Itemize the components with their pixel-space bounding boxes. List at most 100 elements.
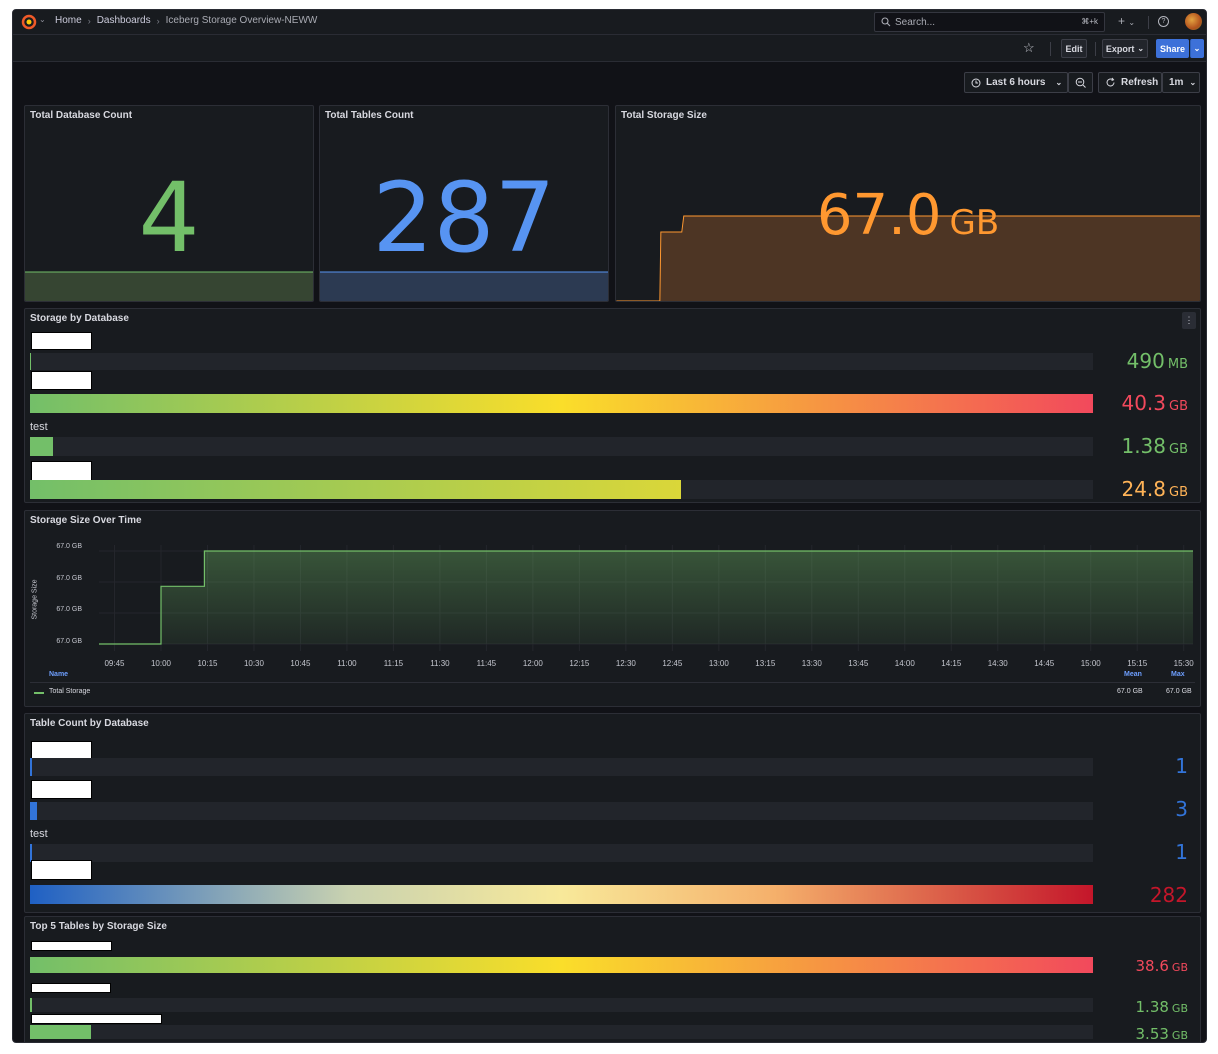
redacted-label — [31, 461, 92, 481]
zoom-out-icon — [1075, 77, 1086, 88]
x-tick-label: 15:15 — [1127, 659, 1148, 668]
bar-label: test — [30, 421, 48, 433]
breadcrumb-dashboards[interactable]: Dashboards — [97, 15, 151, 26]
bar-value-number: 38.6 — [1135, 957, 1169, 975]
bar-fill — [30, 885, 1093, 904]
x-tick-label: 14:15 — [941, 659, 962, 668]
time-range-label: Last 6 hours — [986, 77, 1046, 88]
bar-track — [30, 353, 1093, 370]
bar-fill — [30, 957, 1093, 973]
refresh-interval-picker[interactable]: 1m ⌄ — [1162, 72, 1200, 93]
panel-table-count-by-database[interactable]: Table Count by Database 1 3 test 1 282 — [24, 713, 1201, 913]
x-tick-label: 12:00 — [522, 659, 543, 668]
redacted-label — [31, 1014, 162, 1024]
legend-mean-header[interactable]: Mean — [1124, 671, 1142, 678]
time-range-picker[interactable]: Last 6 hours ⌄ — [964, 72, 1068, 93]
x-tick-label: 11:45 — [476, 659, 497, 668]
edit-button[interactable]: Edit — [1061, 39, 1087, 58]
help-icon[interactable]: ? — [1158, 16, 1169, 27]
bar-value-number: 1.38 — [1121, 434, 1166, 458]
bar-value: 24.8 GB — [1121, 477, 1188, 501]
bar-value-unit: GB — [1169, 485, 1188, 500]
bar-fill — [30, 394, 1093, 413]
bar-value-unit: GB — [1171, 1029, 1188, 1042]
legend-max-value: 67.0 GB — [1166, 688, 1192, 695]
breadcrumb-home[interactable]: Home — [55, 15, 82, 26]
search-input[interactable]: Search... ⌘+k — [874, 12, 1105, 32]
bar-value-unit: MB — [1167, 357, 1188, 372]
avatar[interactable] — [1185, 13, 1202, 30]
panel-title: Top 5 Tables by Storage Size — [30, 921, 167, 932]
x-tick-label: 13:30 — [801, 659, 822, 668]
legend-name-header[interactable]: Name — [49, 671, 68, 678]
legend-series-name[interactable]: Total Storage — [49, 688, 90, 695]
bar-fill — [30, 998, 32, 1012]
y-axis-label: Storage Size — [31, 579, 39, 620]
x-tick-label: 11:30 — [430, 659, 450, 668]
panel-title: Total Storage Size — [621, 110, 707, 121]
breadcrumb: Home › Dashboards › Iceberg Storage Over… — [55, 15, 317, 26]
share-button[interactable]: Share — [1156, 39, 1189, 58]
redacted-label — [31, 371, 92, 390]
panel-total-database-count[interactable]: Total Database Count 4 — [24, 105, 314, 302]
bar-value-number: 40.3 — [1121, 391, 1166, 415]
plus-icon: + — [1118, 14, 1126, 28]
bar-value: 3.53 GB — [1136, 1025, 1188, 1042]
redacted-label — [31, 941, 112, 951]
y-tick-label: 67.0 GB — [56, 638, 82, 645]
timeseries-plot[interactable] — [99, 545, 1193, 651]
bar-value: 1.38 GB — [1136, 998, 1188, 1016]
bar-value-number: 24.8 — [1121, 477, 1166, 501]
star-icon[interactable]: ☆ — [1023, 40, 1035, 56]
x-tick-label: 13:15 — [755, 659, 776, 668]
panel-total-tables-count[interactable]: Total Tables Count 287 — [319, 105, 609, 302]
x-tick-label: 13:00 — [708, 659, 729, 668]
share-menu-button[interactable]: ⌄ — [1190, 39, 1204, 58]
export-label: Export — [1105, 43, 1135, 54]
bar-track — [30, 885, 1093, 904]
refresh-interval: 1m — [1169, 77, 1184, 88]
search-shortcut: ⌘+k — [1081, 17, 1098, 26]
redacted-label — [31, 983, 111, 993]
bar-value: 1 — [1175, 840, 1188, 864]
bar-track — [30, 394, 1093, 413]
add-new-button[interactable]: + ⌄ — [1118, 14, 1135, 28]
dashboard-toolbar: ☆ Edit Export ⌄ Share ⌄ — [13, 35, 1206, 62]
sparkline — [25, 271, 313, 301]
bar-fill — [30, 1025, 91, 1039]
bar-track — [30, 480, 1093, 499]
bar-fill — [30, 437, 54, 456]
bar-track — [30, 1025, 1093, 1039]
x-tick-label: 10:30 — [243, 659, 264, 668]
bar-value-unit: GB — [1169, 442, 1188, 457]
grafana-logo-icon[interactable] — [21, 14, 37, 30]
x-tick-label: 14:30 — [987, 659, 1008, 668]
x-tick-label: 12:30 — [615, 659, 636, 668]
x-tick-label: 15:30 — [1173, 659, 1194, 668]
export-button[interactable]: Export ⌄ — [1102, 39, 1148, 58]
chevron-down-icon[interactable]: ⌄ — [39, 15, 46, 24]
panel-storage-by-database[interactable]: Storage by Database ⋮ 490 MB 40.3 GB test … — [24, 308, 1201, 503]
bar-value: 38.6 GB — [1136, 957, 1188, 975]
bar-fill — [30, 758, 33, 776]
x-tick-label: 15:00 — [1080, 659, 1101, 668]
zoom-out-button[interactable] — [1068, 72, 1093, 93]
x-tick-label: 12:15 — [569, 659, 590, 668]
bar-value: 3 — [1175, 797, 1188, 821]
x-tick-label: 10:00 — [150, 659, 171, 668]
panel-top-5-tables-by-storage-size[interactable]: Top 5 Tables by Storage Size 38.6 GB 1.38… — [24, 916, 1201, 1042]
panel-title: Total Tables Count — [325, 110, 414, 121]
kebab-menu-icon[interactable]: ⋮ — [1182, 312, 1196, 329]
legend-max-header[interactable]: Max — [1171, 671, 1185, 678]
panel-total-storage-size[interactable]: Total Storage Size 67.0 GB — [615, 105, 1201, 302]
chevron-down-icon: ⌄ — [1189, 78, 1197, 87]
redacted-label — [31, 860, 92, 880]
bar-label: test — [30, 828, 48, 840]
bar-fill — [30, 480, 681, 499]
divider — [30, 682, 1195, 683]
refresh-button[interactable]: Refresh — [1098, 72, 1162, 93]
stat-value: 67.0 GB — [616, 188, 1200, 244]
bar-value: 490 MB — [1127, 349, 1188, 373]
grafana-app: ⌄ Home › Dashboards › Iceberg Storage Ov… — [12, 9, 1207, 1043]
panel-storage-size-over-time[interactable]: Storage Size Over Time Storage Size 67.0… — [24, 510, 1201, 707]
